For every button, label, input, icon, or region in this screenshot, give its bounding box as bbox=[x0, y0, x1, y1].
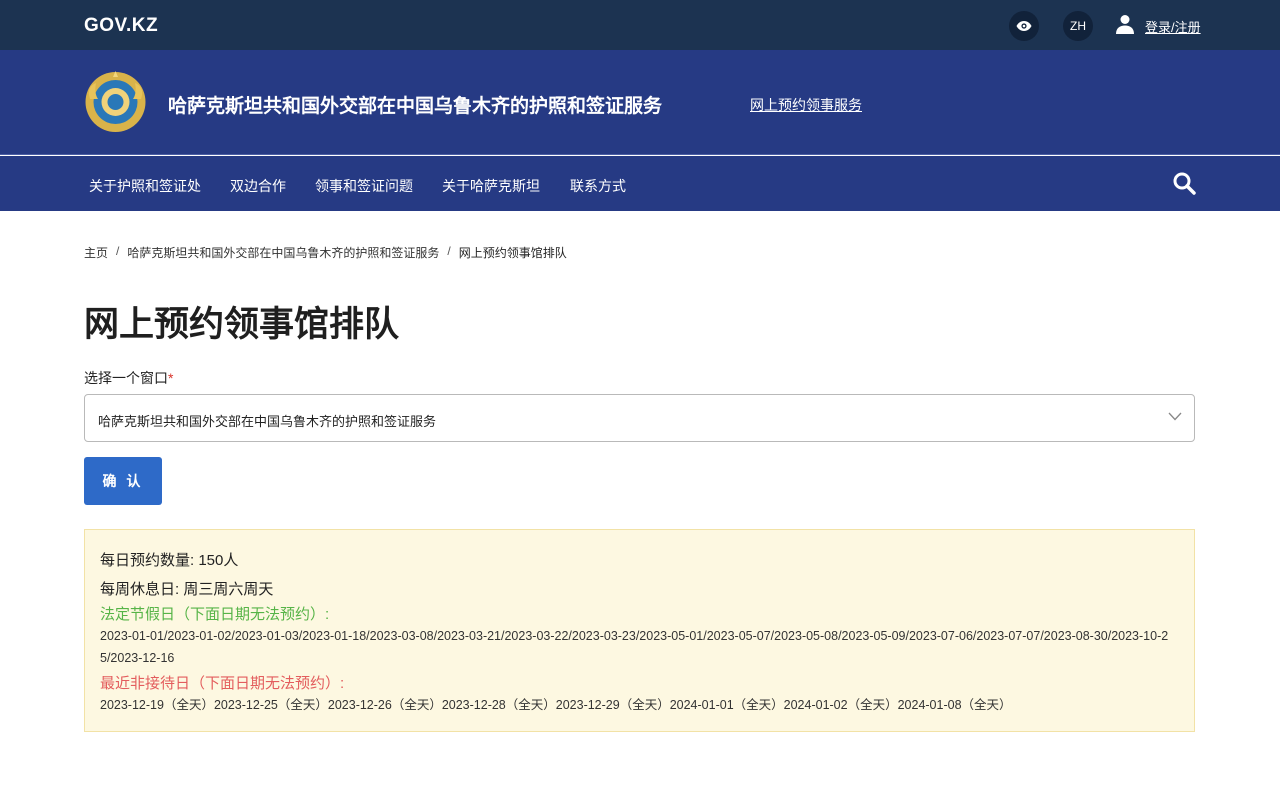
govkz-logo[interactable]: GOV.KZ bbox=[84, 15, 158, 37]
language-button[interactable]: ZH bbox=[1063, 11, 1093, 41]
nav-item-bilateral[interactable]: 双边合作 bbox=[230, 176, 286, 196]
breadcrumb-separator: / bbox=[116, 244, 120, 258]
nav-item-passport-office[interactable]: 关于护照和签证处 bbox=[89, 176, 201, 196]
kazakhstan-emblem[interactable] bbox=[84, 69, 147, 135]
holidays-title: 法定节假日（下面日期无法预约）: bbox=[100, 606, 330, 623]
window-select-label-text: 选择一个窗口 bbox=[84, 370, 168, 386]
window-select-value: 哈萨克斯坦共和国外交部在中国乌鲁木齐的护照和签证服务 bbox=[98, 414, 437, 429]
confirm-button[interactable]: 确 认 bbox=[84, 457, 162, 505]
nav-item-about-kazakhstan[interactable]: 关于哈萨克斯坦 bbox=[442, 176, 540, 196]
chevron-down-icon bbox=[1168, 412, 1182, 421]
breadcrumb-separator: / bbox=[447, 244, 451, 258]
login-register-link[interactable]: 登录/注册 bbox=[1145, 17, 1201, 36]
breadcrumb: 主页 / 哈萨克斯坦共和国外交部在中国乌鲁木齐的护照和签证服务 / 网上预约领事… bbox=[84, 244, 567, 261]
main-nav: 关于护照和签证处 双边合作 领事和签证问题 关于哈萨克斯坦 联系方式 bbox=[0, 156, 1280, 211]
nav-item-consular-visa[interactable]: 领事和签证问题 bbox=[315, 176, 413, 196]
user-icon bbox=[1116, 15, 1134, 34]
site-title: 哈萨克斯坦共和国外交部在中国乌鲁木齐的护照和签证服务 bbox=[168, 96, 663, 117]
top-bar: GOV.KZ ZH 登录/注册 bbox=[0, 0, 1280, 50]
search-icon[interactable] bbox=[1172, 171, 1196, 195]
accessibility-button[interactable] bbox=[1009, 11, 1039, 41]
holidays-dates: 2023-01-01/2023-01-02/2023-01-03/2023-01… bbox=[100, 629, 1169, 665]
online-consular-link[interactable]: 网上预约领事服务 bbox=[750, 95, 862, 115]
weekly-rest-days: 每周休息日: 周三周六周天 bbox=[100, 581, 274, 598]
nav-item-contacts[interactable]: 联系方式 bbox=[570, 176, 626, 196]
window-select-label: 选择一个窗口* bbox=[84, 368, 173, 388]
breadcrumb-section[interactable]: 哈萨克斯坦共和国外交部在中国乌鲁木齐的护照和签证服务 bbox=[127, 244, 439, 261]
closed-days-title: 最近非接待日（下面日期无法预约）: bbox=[100, 675, 345, 692]
daily-quota: 每日预约数量: 150人 bbox=[100, 552, 239, 569]
closed-days-dates: 2023-12-19（全天）2023-12-25（全天）2023-12-26（全… bbox=[100, 698, 1012, 712]
eye-icon bbox=[1016, 21, 1032, 31]
site-header: 哈萨克斯坦共和国外交部在中国乌鲁木齐的护照和签证服务 网上预约领事服务 bbox=[0, 50, 1280, 155]
required-mark: * bbox=[168, 370, 174, 386]
info-box: 每日预约数量: 150人 每周休息日: 周三周六周天 法定节假日（下面日期无法预… bbox=[84, 529, 1195, 732]
breadcrumb-current: 网上预约领事馆排队 bbox=[458, 246, 567, 260]
breadcrumb-home[interactable]: 主页 bbox=[84, 244, 108, 261]
page-title: 网上预约领事馆排队 bbox=[84, 305, 400, 344]
window-select[interactable]: 哈萨克斯坦共和国外交部在中国乌鲁木齐的护照和签证服务 bbox=[84, 394, 1195, 442]
